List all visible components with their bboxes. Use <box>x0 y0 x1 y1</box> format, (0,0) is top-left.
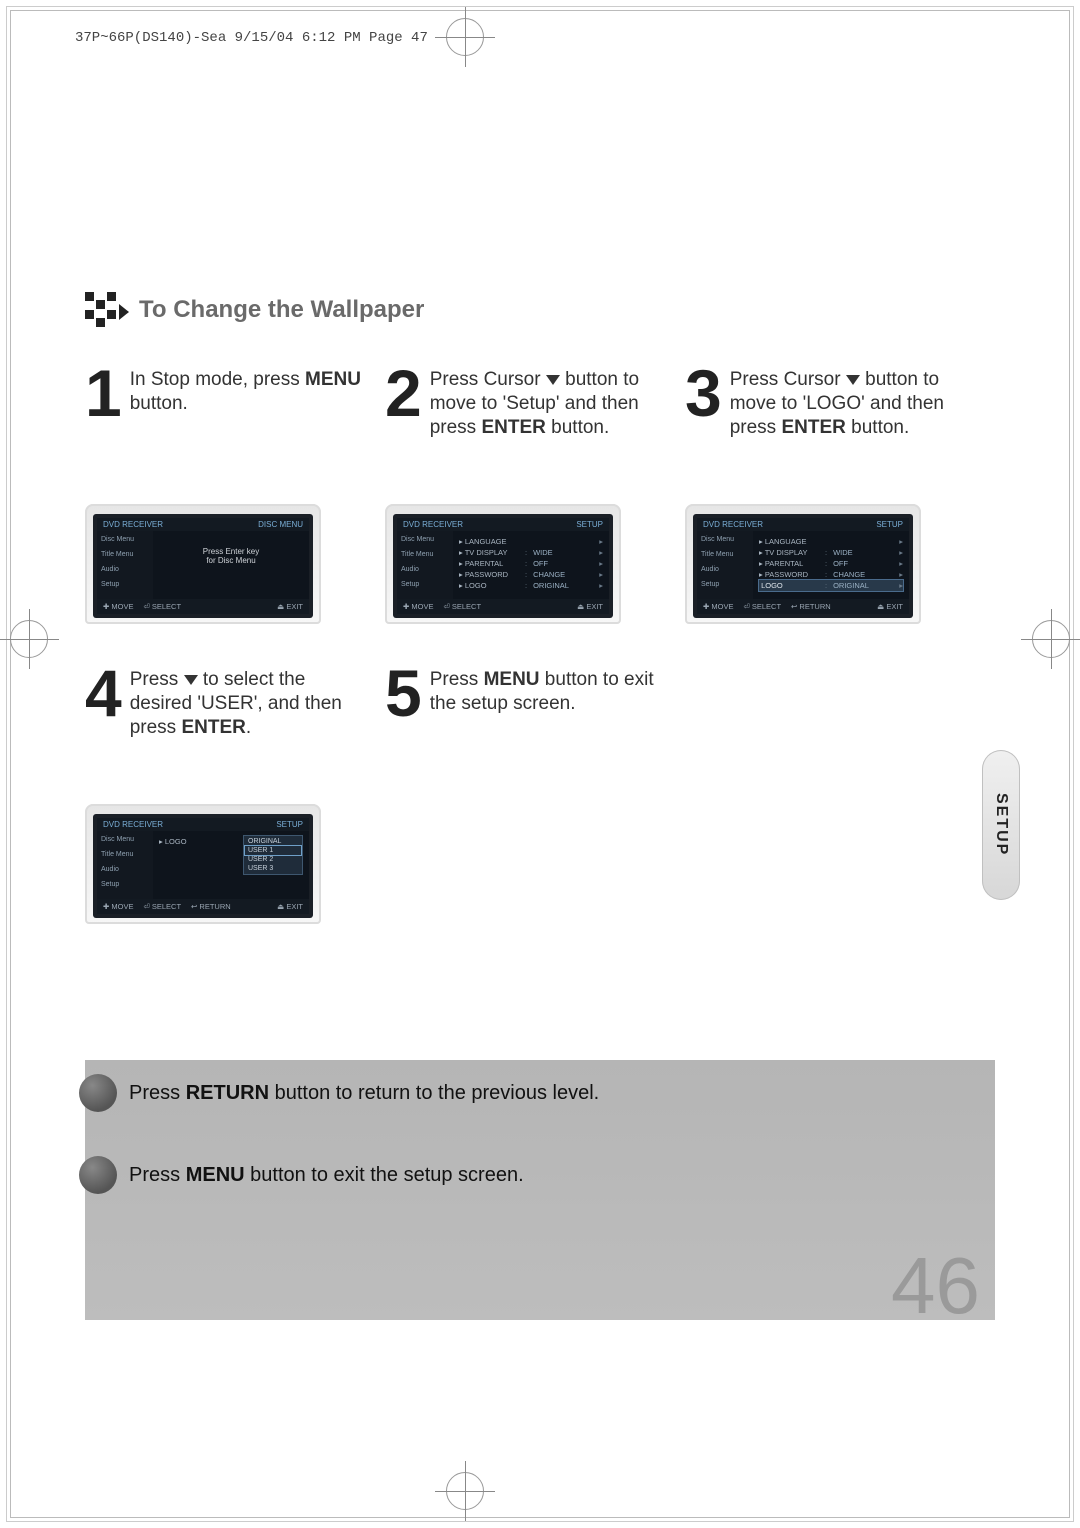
step-text: Press Cursor button to move to 'Setup' a… <box>430 364 665 484</box>
step-4: 4 Press to select the desired 'USER', an… <box>85 664 365 924</box>
tv-screenshot-1: DVD RECEIVERDISC MENU Disc Menu Title Me… <box>85 504 321 624</box>
step-number: 3 <box>685 364 722 484</box>
step-number: 2 <box>385 364 422 484</box>
side-tab-setup: SETUP <box>982 750 1020 900</box>
tv-screenshot-3: DVD RECEIVERSETUP Disc Menu Title Menu A… <box>685 504 921 624</box>
bullet-dot-icon <box>79 1074 117 1112</box>
step-text: Press Cursor button to move to 'LOGO' an… <box>730 364 965 484</box>
step-text: In Stop mode, press MENU button. <box>130 364 365 484</box>
cursor-down-icon <box>546 375 560 385</box>
crop-mark-bottom <box>446 1472 484 1510</box>
section-title: To Change the Wallpaper <box>139 296 424 324</box>
step-text: Press MENU button to exit the setup scre… <box>430 664 665 784</box>
print-header: 37P~66P(DS140)-Sea 9/15/04 6:12 PM Page … <box>75 30 428 46</box>
crop-mark-left <box>10 620 48 658</box>
bullet-dot-icon <box>79 1156 117 1194</box>
note-line: Press MENU button to exit the setup scre… <box>129 1164 524 1187</box>
step-text: Press to select the desired 'USER', and … <box>130 664 365 784</box>
notes-panel: Press RETURN button to return to the pre… <box>85 1060 995 1320</box>
cursor-down-icon <box>184 675 198 685</box>
step-2: 2 Press Cursor button to move to 'Setup'… <box>385 364 665 624</box>
cursor-down-icon <box>846 375 860 385</box>
step-3: 3 Press Cursor button to move to 'LOGO' … <box>685 364 965 624</box>
crop-mark-top <box>446 18 484 56</box>
tv-screenshot-2: DVD RECEIVERSETUP Disc Menu Title Menu A… <box>385 504 621 624</box>
step-5: 5 Press MENU button to exit the setup sc… <box>385 664 665 924</box>
crop-mark-right <box>1032 620 1070 658</box>
section-bullet-icon <box>85 290 125 330</box>
page-number: 46 <box>891 1240 980 1332</box>
step-number: 5 <box>385 664 422 784</box>
step-1: 1 In Stop mode, press MENU button. DVD R… <box>85 364 365 624</box>
step-number: 4 <box>85 664 122 784</box>
note-line: Press RETURN button to return to the pre… <box>129 1082 599 1105</box>
tv-screenshot-4: DVD RECEIVERSETUP Disc Menu Title Menu A… <box>85 804 321 924</box>
step-number: 1 <box>85 364 122 484</box>
